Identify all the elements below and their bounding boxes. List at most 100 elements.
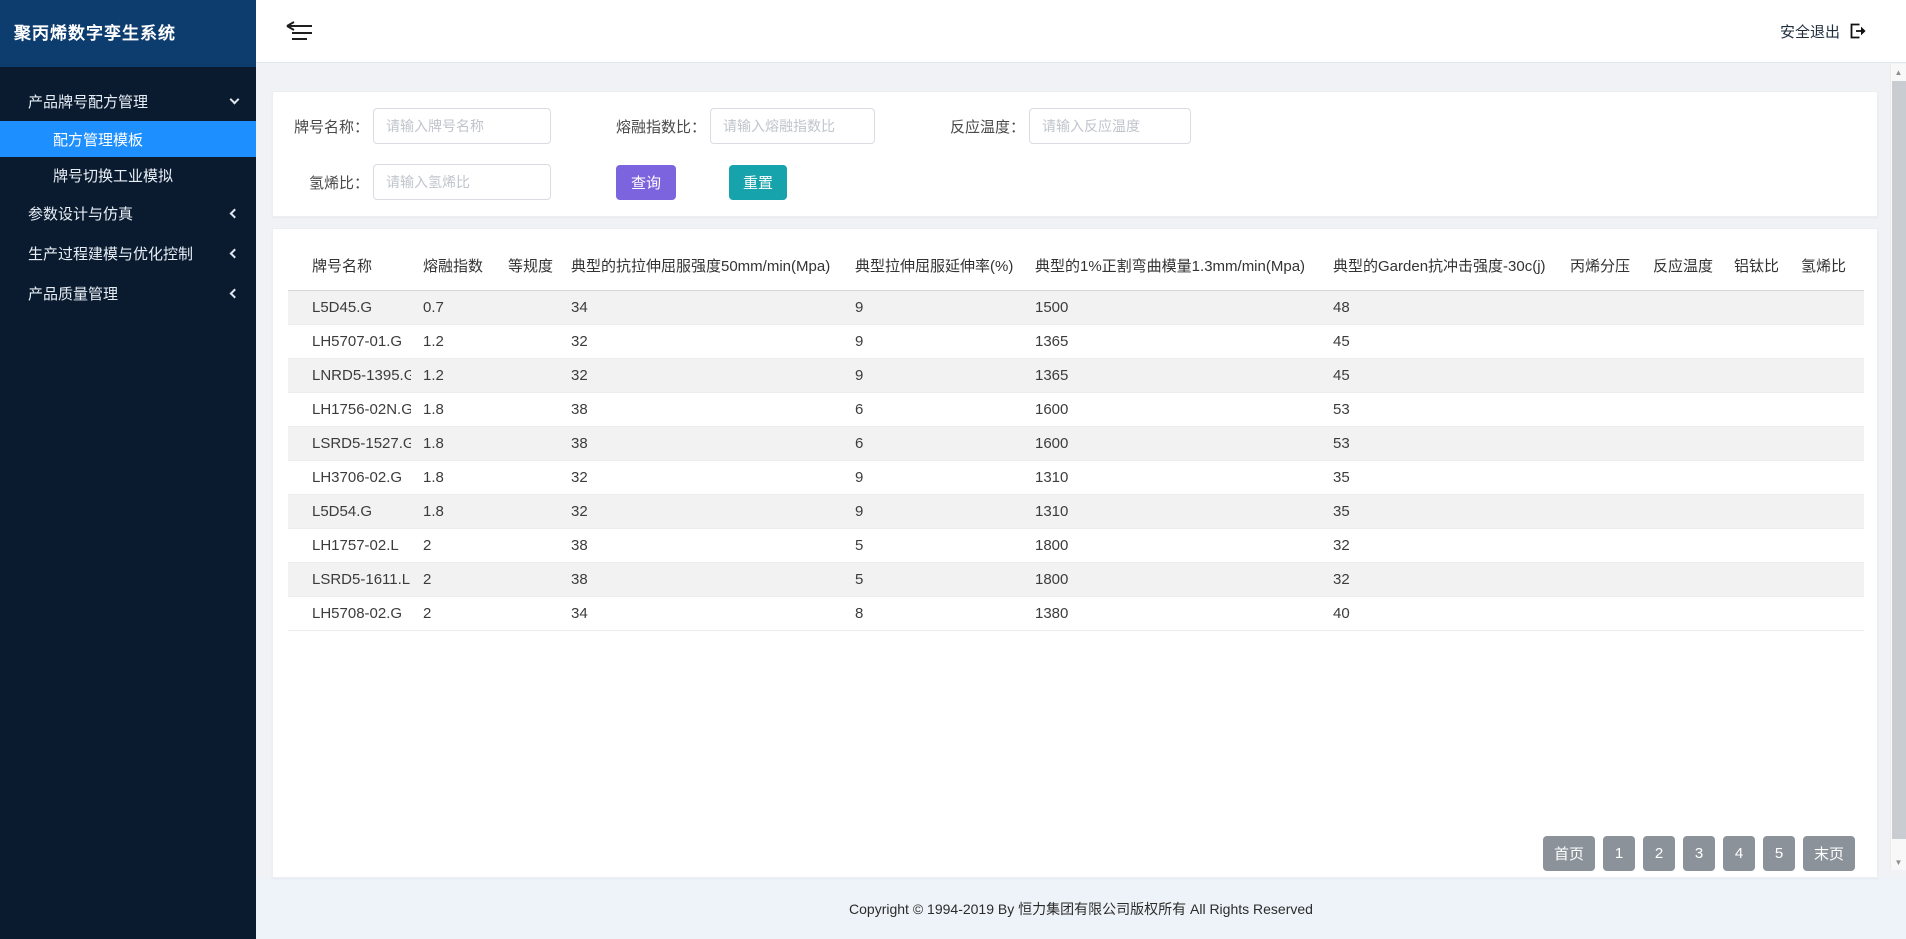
table-row: LSRD5-1527.G1.8386160053 — [288, 427, 1864, 461]
scrollbar-up-arrow[interactable]: ▲ — [1891, 64, 1906, 80]
query-button[interactable]: 查询 — [616, 165, 676, 200]
table-cell — [1722, 325, 1789, 359]
sign-out-icon — [1848, 22, 1866, 40]
sidebar-subitem-0-0[interactable]: 配方管理模板 — [0, 121, 256, 157]
table-row: LH1757-02.L2385180032 — [288, 529, 1864, 563]
table-cell — [1722, 393, 1789, 427]
table-cell — [1641, 461, 1722, 495]
table-cell — [1558, 529, 1641, 563]
table-cell — [1641, 393, 1722, 427]
page-button-2[interactable]: 2 — [1643, 836, 1675, 871]
table-header-row: 牌号名称熔融指数等规度典型的抗拉伸屈服强度50mm/min(Mpa)典型拉伸屈服… — [288, 241, 1864, 291]
table-cell — [1789, 597, 1864, 631]
table-cell: 45 — [1321, 359, 1558, 393]
sidebar-subitem-0-1[interactable]: 牌号切换工业模拟 — [0, 157, 256, 193]
sidebar-item-3[interactable]: 产品质量管理 — [0, 273, 256, 313]
sidebar-collapse-button[interactable] — [284, 20, 314, 42]
reaction-temperature-input[interactable] — [1029, 108, 1191, 144]
table-cell: 9 — [843, 495, 1023, 529]
table-cell — [1558, 461, 1641, 495]
table-cell — [496, 359, 559, 393]
table-row: LH5707-01.G1.2329136545 — [288, 325, 1864, 359]
page-button-4[interactable]: 4 — [1723, 836, 1755, 871]
table-cell: 1600 — [1023, 393, 1321, 427]
table-cell — [1789, 359, 1864, 393]
table-cell: 40 — [1321, 597, 1558, 631]
table-cell — [1789, 291, 1864, 325]
column-header: 典型的抗拉伸屈服强度50mm/min(Mpa) — [559, 241, 843, 291]
sidebar-item-0[interactable]: 产品牌号配方管理 — [0, 81, 256, 121]
table-cell — [1789, 427, 1864, 461]
sidebar-item-1[interactable]: 参数设计与仿真 — [0, 193, 256, 233]
table-cell: 1.2 — [411, 325, 496, 359]
table-cell: 2 — [411, 529, 496, 563]
table-cell — [1641, 359, 1722, 393]
page-button-1[interactable]: 1 — [1603, 836, 1635, 871]
table-row: LNRD5-1395.G1.2329136545 — [288, 359, 1864, 393]
table-cell — [1641, 291, 1722, 325]
table-cell: 32 — [559, 359, 843, 393]
table-cell: 5 — [843, 529, 1023, 563]
table-cell: 1365 — [1023, 325, 1321, 359]
table-cell: 34 — [559, 597, 843, 631]
page-button-5[interactable]: 5 — [1763, 836, 1795, 871]
table-cell: 6 — [843, 427, 1023, 461]
brand-name-input[interactable] — [373, 108, 551, 144]
sidebar-item-label: 产品质量管理 — [28, 283, 118, 304]
column-header: 铝钛比 — [1722, 241, 1789, 291]
table-cell — [496, 393, 559, 427]
table-row: LSRD5-1611.L2385180032 — [288, 563, 1864, 597]
table-cell: 1.8 — [411, 495, 496, 529]
table-cell — [1641, 529, 1722, 563]
table-cell: 2 — [411, 563, 496, 597]
table-row: L5D54.G1.8329131035 — [288, 495, 1864, 529]
table-cell — [1722, 427, 1789, 461]
vertical-scrollbar[interactable]: ▲ ▼ — [1890, 64, 1906, 870]
table-cell: 8 — [843, 597, 1023, 631]
table-cell: 32 — [1321, 529, 1558, 563]
table-cell: LSRD5-1527.G — [288, 427, 411, 461]
table-cell — [1789, 461, 1864, 495]
chevron-left-icon — [230, 208, 240, 218]
page-button-3[interactable]: 3 — [1683, 836, 1715, 871]
table-cell: LNRD5-1395.G — [288, 359, 411, 393]
table-cell — [496, 529, 559, 563]
table-cell — [1722, 495, 1789, 529]
table-cell — [1558, 563, 1641, 597]
column-header: 典型的1%正割弯曲模量1.3mm/min(Mpa) — [1023, 241, 1321, 291]
scrollbar-thumb[interactable] — [1892, 81, 1906, 839]
sidebar-item-2[interactable]: 生产过程建模与优化控制 — [0, 233, 256, 273]
table-cell — [1558, 597, 1641, 631]
melt-index-ratio-input[interactable] — [710, 108, 875, 144]
last-page-button[interactable]: 末页 — [1803, 836, 1855, 871]
table-cell: 35 — [1321, 495, 1558, 529]
table-cell — [1641, 597, 1722, 631]
content-area: 牌号名称： 熔融指数比： 反应温度： 氢烯比： — [256, 63, 1906, 878]
hydrogen-olefin-ratio-input[interactable] — [373, 164, 551, 200]
table-cell: 32 — [559, 461, 843, 495]
table-cell — [1789, 529, 1864, 563]
collapse-menu-icon — [284, 20, 314, 42]
table-cell: 1800 — [1023, 563, 1321, 597]
column-header: 反应温度 — [1641, 241, 1722, 291]
column-header: 等规度 — [496, 241, 559, 291]
logout-button[interactable]: 安全退出 — [1780, 21, 1866, 42]
table-cell: 1310 — [1023, 461, 1321, 495]
table-cell: 6 — [843, 393, 1023, 427]
table-cell: L5D54.G — [288, 495, 411, 529]
table-cell: 48 — [1321, 291, 1558, 325]
table-cell: 1.8 — [411, 427, 496, 461]
table-cell: 45 — [1321, 325, 1558, 359]
table-cell: 9 — [843, 359, 1023, 393]
brand-name-field: 牌号名称： — [293, 108, 551, 144]
table-cell — [1558, 393, 1641, 427]
scrollbar-down-arrow[interactable]: ▼ — [1891, 854, 1906, 870]
first-page-button[interactable]: 首页 — [1543, 836, 1595, 871]
table-cell: 2 — [411, 597, 496, 631]
table-cell — [1641, 563, 1722, 597]
results-table: 牌号名称熔融指数等规度典型的抗拉伸屈服强度50mm/min(Mpa)典型拉伸屈服… — [288, 241, 1864, 631]
reset-button[interactable]: 重置 — [729, 165, 787, 200]
table-cell: 1.8 — [411, 461, 496, 495]
melt-index-ratio-field: 熔融指数比： — [616, 108, 875, 144]
table-row: LH5708-02.G2348138040 — [288, 597, 1864, 631]
